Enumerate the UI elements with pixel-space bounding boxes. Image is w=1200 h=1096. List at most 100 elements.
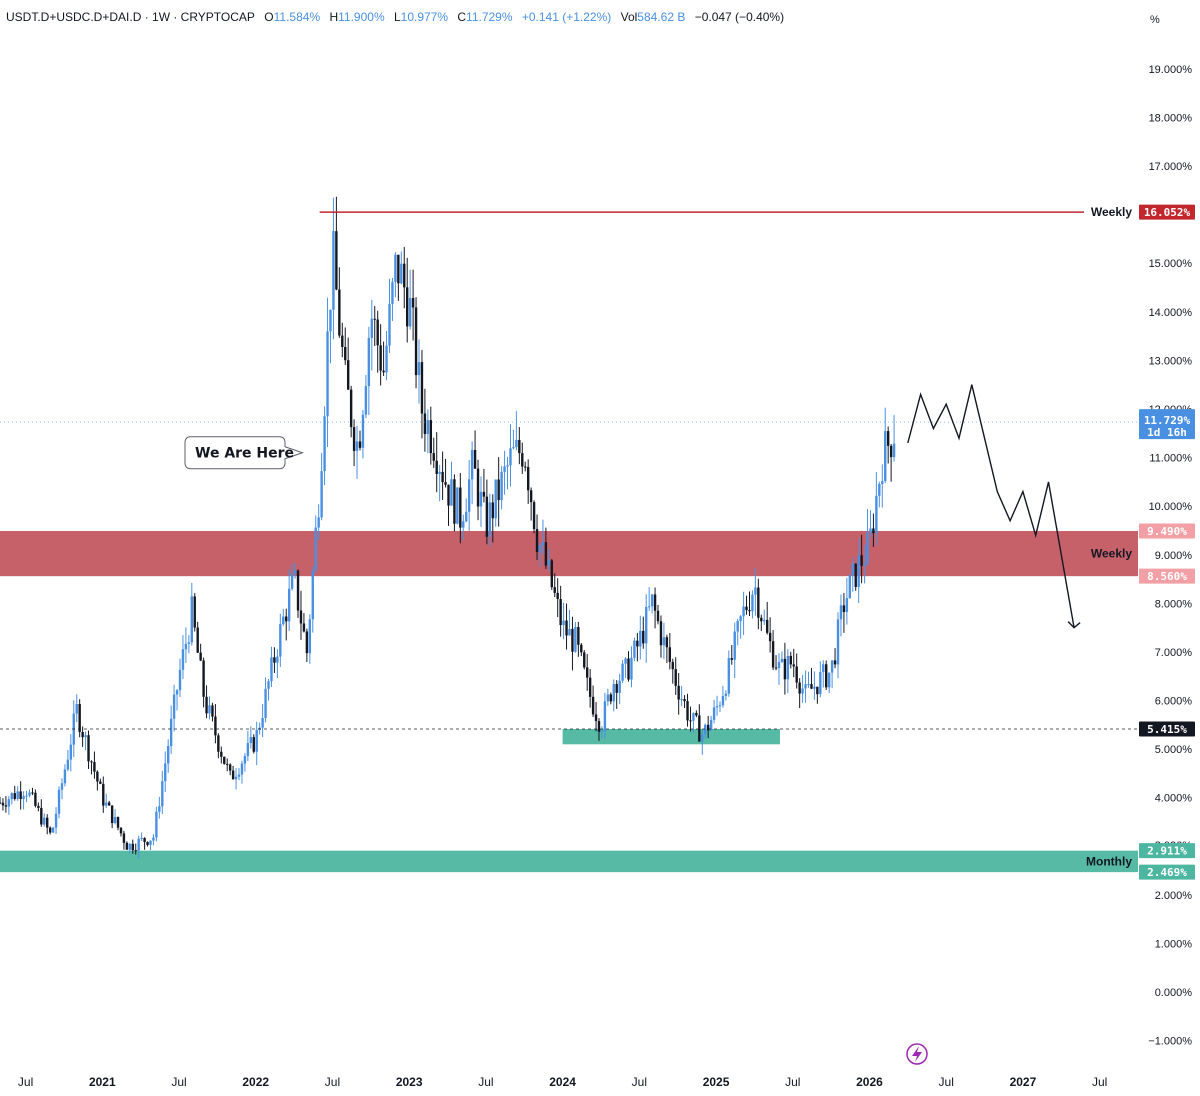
candle-body [470,449,474,480]
candle-body [40,807,43,825]
candle-body [612,683,615,702]
candle-body [102,783,105,806]
y-tick-label: 11.000% [1149,453,1192,465]
candle-body [326,331,329,417]
candle-body [479,491,483,507]
candle-body [302,623,306,632]
candle-body [143,837,146,843]
y-tick-label: 4.000% [1155,793,1193,805]
candle-body [149,840,152,845]
candle-body [116,816,120,828]
candle-body [264,688,267,719]
candle-body [137,838,140,851]
candle-body [243,756,247,764]
candle-body [450,479,453,506]
candle-body [872,528,875,534]
candle-body [866,532,869,564]
candle-body [609,694,613,702]
x-tick-label: Jul [1092,1075,1107,1089]
candle-body [577,627,580,645]
candle-body [131,843,134,851]
candle-body [87,735,90,762]
candle-body [568,628,571,636]
candle-body [583,652,586,668]
candle-body [54,813,58,828]
candle-body [777,661,781,669]
candle-body [494,479,497,519]
candle-body [276,656,279,663]
candle-body [423,413,427,434]
candle-body [4,805,8,807]
candle-body [290,573,294,589]
candle-body [69,744,73,760]
candle-body [585,667,589,678]
candle-body [538,545,542,553]
candle-body [783,658,787,680]
candle-body [308,619,312,654]
candle-body [701,734,704,742]
candle-body [798,682,801,694]
x-tick-label: 2021 [89,1075,116,1089]
y-tick-label: 1.000% [1155,939,1193,951]
candle-body [724,693,728,696]
candle-body [10,793,14,800]
candle-body [240,763,244,775]
candle-body [544,542,548,566]
x-tick-label: Jul [632,1075,647,1089]
candle-body [547,560,551,566]
candle-body [34,792,37,806]
candle-body [562,620,565,626]
candle-body [503,466,506,472]
candle-body [786,655,790,680]
candle-body [848,574,852,599]
candle-body [246,743,250,757]
candle-body [653,594,657,611]
candle-body [63,769,67,784]
candle-body [748,610,751,612]
candle-body [202,660,205,697]
x-tick-label: 2027 [1010,1075,1037,1089]
candle-body [668,647,672,662]
candle-body [825,664,828,688]
candle-body [220,751,223,757]
price-chart[interactable]: Weekly Monthly Weekly We Are Here % 19.000… [0,0,1200,1096]
candle-body [267,681,270,689]
candle-body [757,587,760,618]
candle-body [497,479,500,500]
y-tick-label: 14.000% [1149,307,1193,319]
candle-body [453,479,456,524]
candle-body [93,761,96,772]
candle-body [485,496,489,537]
candle-body [892,443,896,458]
candle-body [733,631,736,660]
y-tick-label: 13.000% [1149,355,1193,367]
y-tick-label: 6.000% [1155,696,1193,708]
candle-body [580,644,583,653]
level-zone-1 [0,530,1138,577]
candle-body [299,610,303,624]
x-tick-label: Jul [18,1075,33,1089]
candle-body [857,555,860,587]
candle-body [411,298,415,308]
candle-body [541,542,545,546]
candle-body [432,453,435,461]
candle-body [656,610,660,622]
y-tick-label: 17.000% [1149,161,1193,173]
candle-body [394,254,397,282]
x-tick-label: Jul [478,1075,493,1089]
projection-path [907,384,1075,628]
candle-body [438,471,441,474]
axis-unit-icon[interactable]: % [1150,14,1160,26]
candle-body [81,732,84,738]
candle-body [75,704,78,714]
candle-body [763,619,766,622]
candle-body [636,640,639,647]
y-tick-label: 0.000% [1155,987,1193,999]
candle-body [128,843,132,850]
candle-body [305,631,309,654]
lightning-icon[interactable] [906,1043,928,1065]
candle-body [591,696,595,715]
candle-body [792,664,795,667]
candle-body [205,696,208,714]
candle-body [19,791,22,799]
